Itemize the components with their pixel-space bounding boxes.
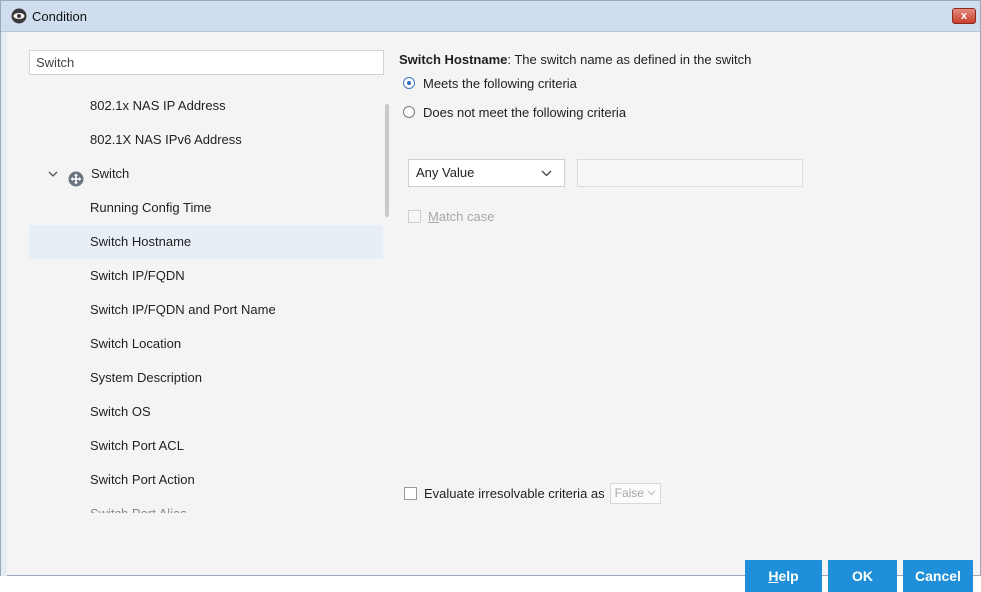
tree-item-switch-port-acl[interactable]: Switch Port ACL [29, 429, 383, 463]
chevron-down-icon [541, 160, 552, 186]
tree-item-label: 802.1x NAS IP Address [90, 98, 226, 113]
tree-group-switch[interactable]: Switch [29, 157, 383, 191]
tree-item-label: Running Config Time [90, 200, 212, 215]
tree-item-label: System Description [90, 370, 202, 385]
tree-item-label: Switch IP/FQDN [90, 268, 185, 283]
switch-network-icon [68, 166, 84, 187]
tree-item-label: Switch OS [90, 404, 151, 419]
close-button[interactable]: x [952, 8, 976, 24]
help-button[interactable]: Help [745, 560, 822, 592]
radio-not-meets-label: Does not meet the following criteria [423, 104, 627, 120]
radio-meets-label: Meets the following criteria [423, 75, 577, 91]
evaluate-value-select[interactable]: False [609, 482, 661, 504]
help-mnemonic: H [768, 568, 779, 584]
match-case-label: Match case [428, 209, 495, 224]
field-description: Switch Hostname: The switch name as defi… [399, 52, 751, 67]
close-icon: x [960, 10, 968, 22]
search-input[interactable] [29, 50, 384, 75]
tree-scrollbar[interactable] [385, 104, 389, 217]
tree-item-label: Switch Location [90, 336, 182, 351]
tree-item-switch-os[interactable]: Switch OS [29, 395, 383, 429]
tree-item-switch-location[interactable]: Switch Location [29, 327, 383, 361]
chevron-down-icon [647, 490, 656, 496]
cancel-button[interactable]: Cancel [903, 560, 973, 592]
tree-item-label: Switch IP/FQDN and Port Name [90, 302, 276, 317]
title-bar[interactable]: Condition x [1, 1, 980, 32]
ok-button[interactable]: OK [828, 560, 897, 592]
tree-item-system-description[interactable]: System Description [29, 361, 383, 395]
evaluate-irresolvable-label: Evaluate irresolvable criteria as [424, 485, 605, 501]
evaluate-irresolvable-checkbox[interactable] [404, 486, 417, 500]
tree-item-switch-ip-fqdn[interactable]: Switch IP/FQDN [29, 259, 383, 293]
radio-unselected-indicator[interactable] [403, 106, 415, 118]
tree-item-label: Switch Port ACL [90, 438, 184, 453]
ok-label: OK [852, 568, 873, 584]
tree-item-switch-ip-fqdn-port-name[interactable]: Switch IP/FQDN and Port Name [29, 293, 383, 327]
tree-item-switch-hostname[interactable]: Switch Hostname [29, 225, 383, 259]
match-case-mnemonic: M [428, 208, 439, 224]
tree-item-8021x-nas-ipv6-address[interactable]: 802.1X NAS IPv6 Address [29, 123, 383, 157]
eye-icon [11, 8, 27, 24]
tree-item-8021x-nas-ip-address[interactable]: 802.1x NAS IP Address [29, 89, 383, 123]
match-case-checkbox[interactable] [408, 209, 421, 223]
field-name: Switch Hostname [399, 52, 508, 67]
match-case-label-rest: atch case [438, 208, 495, 224]
cancel-label: Cancel [915, 568, 961, 584]
window-title: Condition [32, 8, 87, 24]
help-label: elp [778, 568, 799, 584]
operator-select-value: Any Value [416, 165, 475, 180]
radio-meets-criteria[interactable]: Meets the following criteria [403, 74, 577, 92]
tree-group-label: Switch [91, 166, 130, 181]
property-tree: 802.1x NAS IP Address 802.1X NAS IPv6 Ad… [29, 89, 384, 513]
radio-not-meets-criteria[interactable]: Does not meet the following criteria [403, 103, 626, 121]
radio-selected-indicator[interactable] [403, 77, 415, 89]
tree-item-switch-port-alias[interactable]: Switch Port Alias [29, 497, 383, 513]
field-description-text: : The switch name as defined in the swit… [507, 52, 752, 67]
evaluate-irresolvable-option: Evaluate irresolvable criteria as False [404, 482, 661, 504]
tree-item-running-config-time[interactable]: Running Config Time [29, 191, 383, 225]
condition-dialog: Condition x 802.1x NAS IP Address 802.1X… [0, 0, 981, 592]
tree-item-label: Switch Hostname [90, 234, 192, 249]
tree-item-label: 802.1X NAS IPv6 Address [90, 132, 242, 147]
criteria-value-input[interactable] [577, 159, 803, 187]
tree-item-label: Switch Port Alias [90, 497, 187, 513]
match-case-option: Match case [408, 208, 495, 224]
chevron-down-icon[interactable] [48, 157, 60, 191]
tree-item-label: Switch Port Action [90, 472, 195, 487]
tree-item-switch-port-action[interactable]: Switch Port Action [29, 463, 383, 497]
left-edge-strip [1, 32, 7, 576]
evaluate-value: False [614, 485, 644, 500]
operator-select[interactable]: Any Value [408, 159, 565, 187]
